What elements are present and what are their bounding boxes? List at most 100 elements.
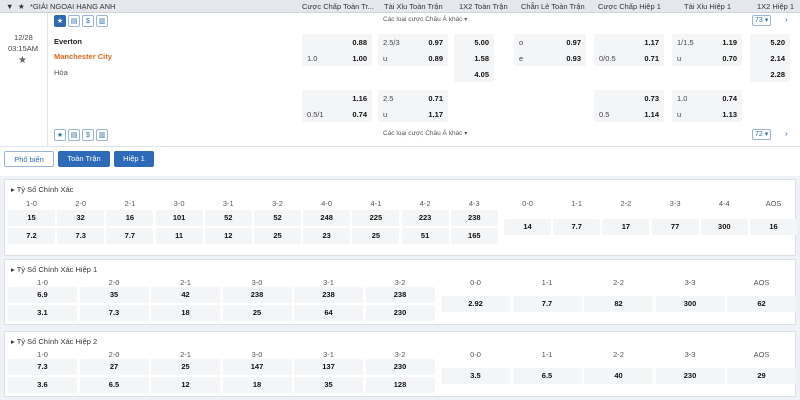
odds-cell[interactable]: 0.5 1.14 — [594, 106, 664, 122]
odds-cell[interactable]: 7.7 — [512, 296, 582, 312]
odds-cell[interactable]: 7.7 — [106, 228, 154, 244]
away-team[interactable]: Manchester City — [54, 52, 112, 61]
stats-icon[interactable]: ▥ — [96, 15, 108, 27]
odds-cell[interactable]: 5.00 — [454, 34, 494, 50]
league-name[interactable]: *GIẢI NGOẠI HẠNG ANH — [30, 2, 115, 11]
dollar-icon[interactable]: $ — [82, 15, 94, 27]
odds-cell[interactable]: 25 — [254, 228, 301, 244]
odds-cell[interactable]: o 0.97 — [514, 34, 586, 50]
odds-cell[interactable]: 7.3 — [79, 305, 149, 321]
section-title[interactable]: ▸ Tỷ Số Chính Xác — [11, 185, 73, 194]
odds-cell[interactable]: 137 — [294, 359, 363, 375]
odds-cell[interactable]: 1.0 1.00 — [302, 50, 372, 66]
odds-cell[interactable]: 5.20 — [750, 34, 790, 50]
home-team[interactable]: Everton — [54, 37, 82, 46]
star-filter-icon[interactable]: ★ — [54, 129, 66, 141]
odds-cell[interactable]: 6.9 — [8, 287, 77, 303]
odds-cell[interactable]: 2.28 — [750, 66, 790, 82]
bet-count-select[interactable]: 72 ▾ — [752, 129, 772, 140]
odds-cell[interactable]: 25 — [222, 305, 292, 321]
odds-cell[interactable]: 1.0 0.74 — [672, 90, 742, 106]
odds-cell[interactable]: 3.1 — [8, 305, 77, 321]
odds-cell[interactable]: 2.5 0.71 — [378, 90, 448, 106]
odds-cell[interactable]: 11 — [155, 228, 203, 244]
odds-cell[interactable]: 7.2 — [8, 228, 55, 244]
odds-cell[interactable]: 35 — [294, 377, 363, 393]
odds-cell[interactable]: 2.14 — [750, 50, 790, 66]
odds-cell[interactable]: 42 — [151, 287, 220, 303]
odds-cell[interactable]: 7.3 — [57, 228, 105, 244]
odds-cell[interactable]: u 0.89 — [378, 50, 448, 66]
odds-cell[interactable]: 1.17 — [594, 34, 664, 50]
odds-cell[interactable]: 300 — [700, 219, 748, 235]
tab-full-match[interactable]: Toàn Trận — [58, 151, 110, 167]
tab-first-half[interactable]: Hiệp 1 — [114, 151, 154, 167]
odds-cell[interactable]: 51 — [401, 228, 449, 244]
odds-cell[interactable]: 300 — [655, 296, 725, 312]
odds-cell[interactable]: 0/0.5 0.71 — [594, 50, 664, 66]
odds-cell[interactable]: 6.5 — [512, 368, 582, 384]
dollar-icon[interactable]: $ — [82, 129, 94, 141]
star-filter-icon[interactable]: ★ — [54, 15, 66, 27]
tv-icon[interactable]: ▤ — [68, 15, 80, 27]
odds-cell[interactable]: 230 — [365, 359, 435, 375]
tab-popular[interactable]: Phổ biến — [4, 151, 54, 167]
more-bets-link[interactable]: Các loại cược Châu Á khác ▾ — [383, 16, 467, 23]
odds-cell[interactable]: 25 — [151, 359, 220, 375]
odds-cell[interactable]: u 0.70 — [672, 50, 742, 66]
odds-cell[interactable]: 1/1.5 1.19 — [672, 34, 742, 50]
odds-cell[interactable]: 12 — [204, 228, 252, 244]
odds-cell[interactable]: 16 — [106, 210, 154, 226]
section-title[interactable]: ▸ Tỷ Số Chính Xác Hiệp 1 — [11, 265, 97, 274]
odds-cell[interactable]: 18 — [151, 305, 220, 321]
odds-cell[interactable]: 238 — [450, 210, 498, 226]
odds-cell[interactable]: 147 — [222, 359, 292, 375]
odds-cell[interactable]: 238 — [222, 287, 292, 303]
odds-cell[interactable]: 3.6 — [8, 377, 77, 393]
odds-cell[interactable]: 82 — [584, 296, 653, 312]
odds-cell[interactable]: 35 — [79, 287, 149, 303]
odds-cell[interactable]: 238 — [365, 287, 435, 303]
odds-cell[interactable]: 3.5 — [441, 368, 510, 384]
odds-cell[interactable]: 12 — [151, 377, 220, 393]
odds-cell[interactable]: 0.5/1 0.74 — [302, 106, 372, 122]
odds-cell[interactable]: 230 — [655, 368, 725, 384]
odds-cell[interactable]: 165 — [450, 228, 498, 244]
odds-cell[interactable]: 1.58 — [454, 50, 494, 66]
odds-cell[interactable]: u 1.17 — [378, 106, 448, 122]
odds-cell[interactable]: 238 — [294, 287, 363, 303]
odds-cell[interactable]: 17 — [602, 219, 650, 235]
odds-cell[interactable]: 2.5/3 0.97 — [378, 34, 448, 50]
odds-cell[interactable]: 29 — [727, 368, 796, 384]
star-icon[interactable]: ★ — [18, 2, 25, 11]
odds-cell[interactable]: 27 — [79, 359, 149, 375]
odds-cell[interactable]: 23 — [303, 228, 351, 244]
favorite-star-icon[interactable]: ★ — [18, 55, 27, 66]
odds-cell[interactable]: 62 — [727, 296, 796, 312]
odds-cell[interactable]: u 1.13 — [672, 106, 742, 122]
odds-cell[interactable]: 52 — [204, 210, 252, 226]
odds-cell[interactable]: 6.5 — [79, 377, 149, 393]
odds-cell[interactable]: 16 — [750, 219, 797, 235]
odds-cell[interactable]: 0.73 — [594, 90, 664, 106]
odds-cell[interactable]: e 0.93 — [514, 50, 586, 66]
stats-icon[interactable]: ▥ — [96, 129, 108, 141]
odds-cell[interactable]: 40 — [584, 368, 653, 384]
chevron-right-icon[interactable]: › — [785, 15, 788, 24]
bet-count-select[interactable]: 73 ▾ — [752, 15, 772, 26]
odds-cell[interactable]: 4.05 — [454, 66, 494, 82]
odds-cell[interactable]: 77 — [651, 219, 699, 235]
odds-cell[interactable]: 7.3 — [8, 359, 77, 375]
odds-cell[interactable]: 230 — [365, 305, 435, 321]
odds-cell[interactable]: 101 — [155, 210, 203, 226]
odds-cell[interactable]: 225 — [352, 210, 400, 226]
odds-cell[interactable]: 18 — [222, 377, 292, 393]
odds-cell[interactable]: 128 — [365, 377, 435, 393]
chevron-right-icon[interactable]: › — [785, 129, 788, 138]
odds-cell[interactable]: 52 — [254, 210, 301, 226]
odds-cell[interactable]: 32 — [57, 210, 105, 226]
odds-cell[interactable]: 1.16 — [302, 90, 372, 106]
section-title[interactable]: ▸ Tỷ Số Chính Xác Hiệp 2 — [11, 337, 97, 346]
odds-cell[interactable]: 15 — [8, 210, 55, 226]
odds-cell[interactable]: 2.92 — [441, 296, 510, 312]
